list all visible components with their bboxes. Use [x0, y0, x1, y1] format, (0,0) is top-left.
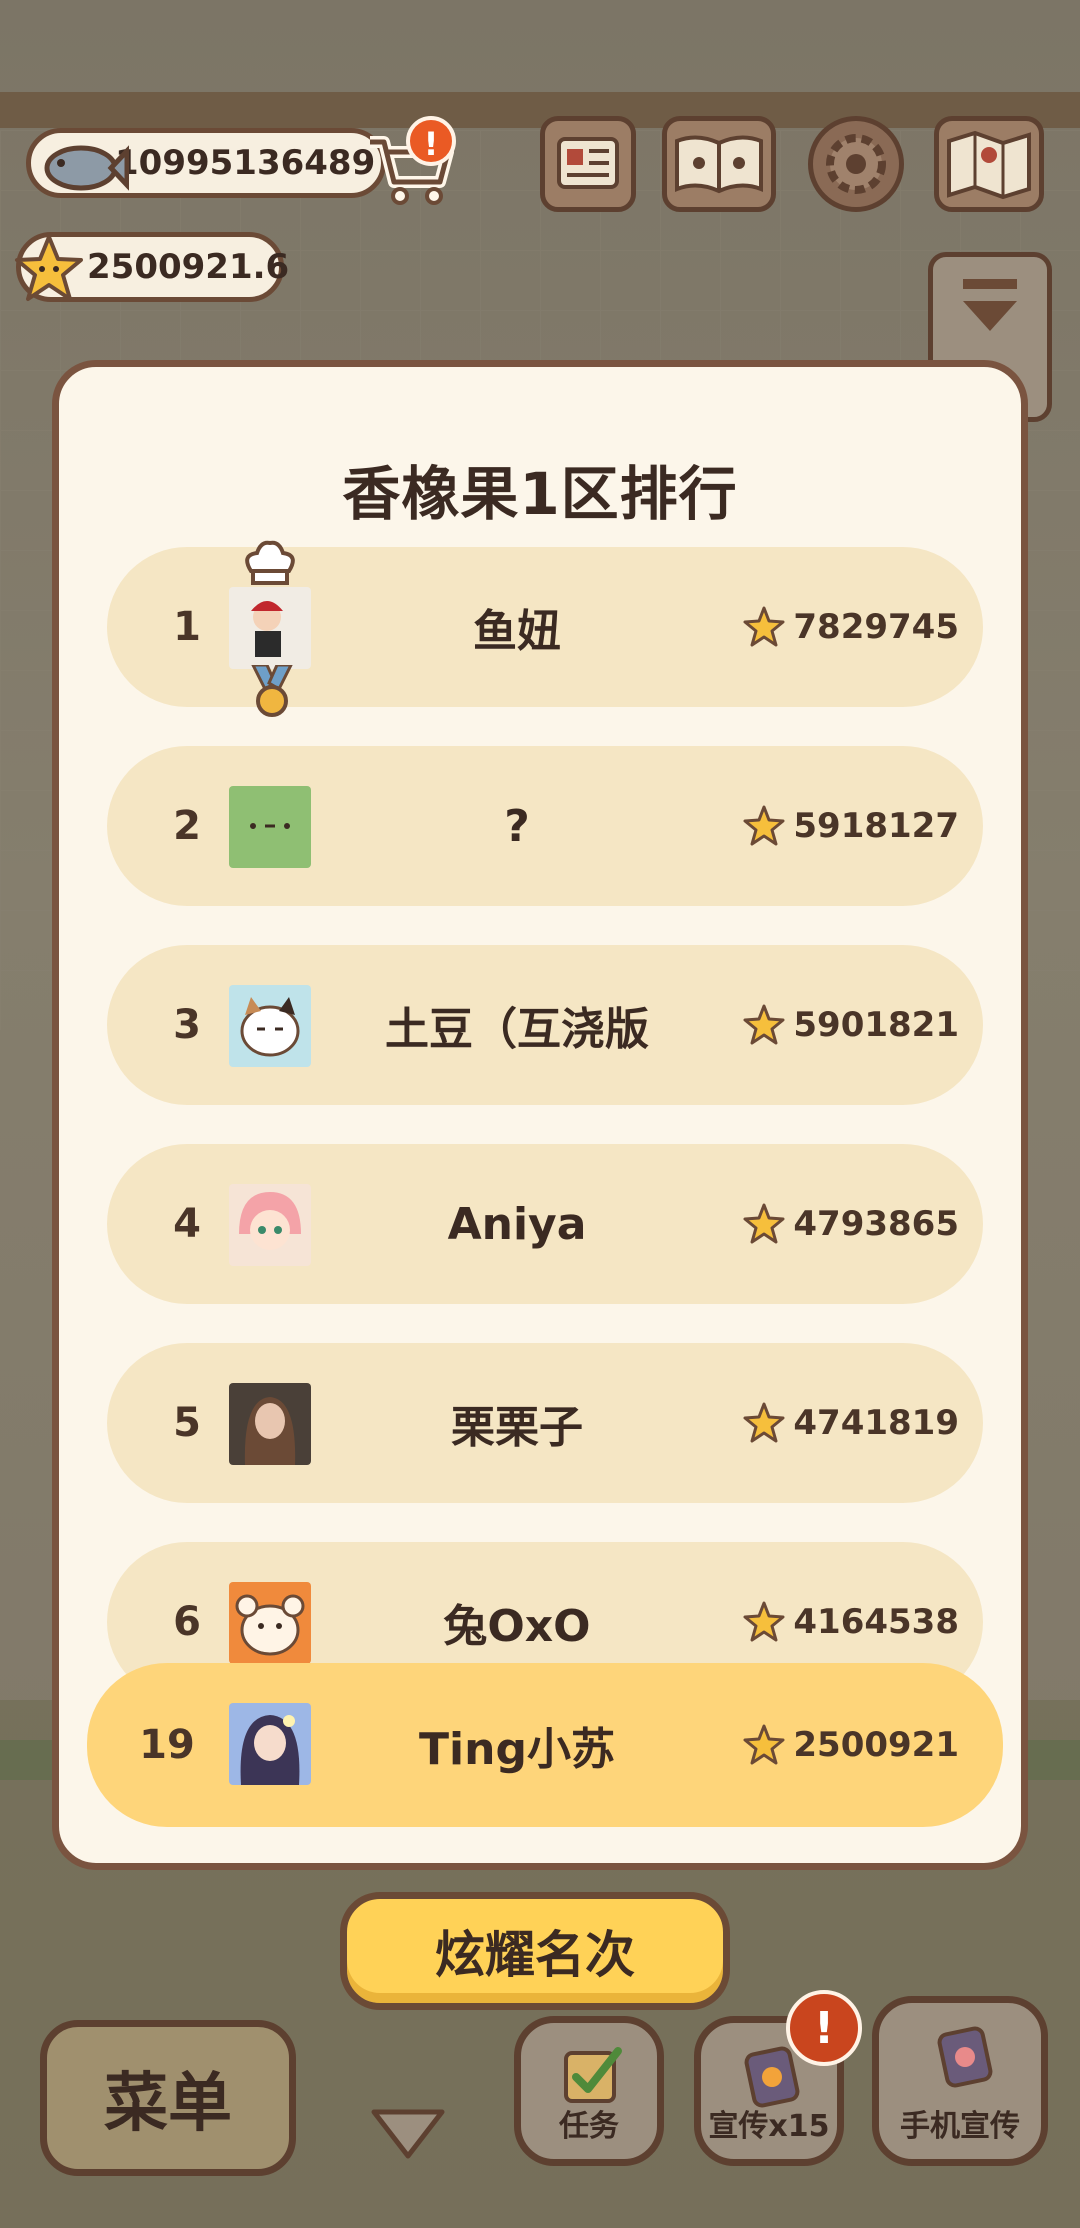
player-score: 2500921 [743, 1663, 959, 1827]
player-name: ? [504, 800, 530, 852]
fish-icon [44, 145, 129, 191]
player-score: 5901821 [743, 945, 959, 1105]
score-value: 4741819 [793, 1403, 959, 1443]
phone-promote-button[interactable]: 手机宣传 [872, 1996, 1048, 2166]
player-avatar [229, 985, 311, 1067]
leaderboard-row[interactable]: 2 ? 5918127 [107, 746, 983, 906]
star-icon [743, 1402, 785, 1443]
rank-number: 4 [173, 1201, 201, 1247]
player-score: 4793865 [743, 1144, 959, 1304]
promote-label: 宣传x15 [708, 2109, 830, 2144]
portrait-avatar [229, 1383, 311, 1465]
player-avatar [229, 1582, 311, 1664]
cat-avatar [229, 985, 311, 1067]
score-value: 2500921 [793, 1725, 959, 1765]
rank-number: 5 [173, 1400, 201, 1446]
phone-promote-label: 手机宣传 [900, 2109, 1020, 2144]
leaderboard-row[interactable]: 3 土豆（互浇版 5901821 [107, 945, 983, 1105]
tasks-label: 任务 [559, 2109, 619, 2144]
anime-girl-avatar [229, 1184, 311, 1266]
player-avatar [229, 1184, 311, 1266]
settings-gear-icon [826, 134, 886, 194]
recipe-book-button[interactable] [662, 116, 776, 212]
player-score: 7829745 [743, 547, 959, 707]
leaderboard-modal: 香橡果1区排行 1 鱼妞 7829745 2 ? 5918127 3 土豆（互浇… [52, 360, 1028, 1870]
star-icon [743, 1203, 785, 1244]
chef-hat-icon [245, 540, 295, 585]
rank-number: 3 [173, 1002, 201, 1048]
gold-medal-icon [251, 665, 293, 717]
player-name: 栗栗子 [451, 1402, 583, 1453]
star-icon [743, 1724, 785, 1765]
score-value: 5901821 [793, 1005, 959, 1045]
green-face-avatar [229, 786, 311, 868]
player-name: Aniya [447, 1198, 587, 1250]
star-icon [743, 606, 785, 647]
star-icon [743, 1004, 785, 1045]
player-name: Ting小苏 [419, 1724, 615, 1775]
fish-currency-pill[interactable]: 10995136489 [26, 128, 386, 198]
map-icon [947, 130, 1031, 200]
star-currency-pill: 2500921.6 [15, 232, 289, 302]
rank-number: 2 [173, 803, 201, 849]
player-avatar [229, 1383, 311, 1465]
newspaper-icon [557, 137, 619, 189]
map-button[interactable] [934, 116, 1044, 212]
promote-alert-badge: ! [786, 1990, 862, 2066]
leaderboard-row[interactable]: 5 栗栗子 4741819 [107, 1343, 983, 1503]
player-avatar [229, 587, 311, 669]
fish-count: 10995136489 [115, 143, 376, 183]
rank-number: 1 [173, 604, 201, 650]
menu-button[interactable]: 菜单 [40, 2020, 296, 2176]
player-score: 5918127 [743, 746, 959, 906]
my-rank-row[interactable]: 19 Ting小苏 2500921 [87, 1663, 1003, 1827]
hamster-avatar [229, 1582, 311, 1664]
settings-button[interactable] [808, 116, 904, 212]
show-off-rank-button[interactable]: 炫耀名次 [340, 1892, 730, 2010]
score-value: 5918127 [793, 806, 959, 846]
background-beam [0, 92, 1080, 128]
recipe-book-icon [675, 135, 763, 194]
rank-number: 19 [139, 1722, 195, 1768]
score-value: 7829745 [793, 607, 959, 647]
leaderboard-row[interactable]: 1 鱼妞 7829745 [107, 540, 983, 717]
chef-girl-avatar [229, 587, 311, 669]
star-icon [743, 805, 785, 846]
leaderboard-title: 香橡果1区排行 [342, 460, 738, 528]
score-value: 4793865 [793, 1204, 959, 1244]
phone-promo-icon [937, 2026, 993, 2088]
chevron-down-icon[interactable] [368, 2104, 448, 2164]
cart-alert-badge: ! [406, 116, 456, 166]
player-avatar [229, 786, 311, 868]
star-icon [743, 1601, 785, 1642]
leaderboard-row[interactable]: 4 Aniya 4793865 [107, 1144, 983, 1304]
player-avatar [229, 1703, 311, 1785]
my-avatar [229, 1703, 311, 1785]
player-name: 土豆（互浇版 [385, 1004, 649, 1055]
newspaper-button[interactable] [540, 116, 636, 212]
star-count: 2500921.6 [87, 247, 290, 287]
tasks-button[interactable]: 任务 [514, 2016, 664, 2166]
score-value: 4164538 [793, 1602, 959, 1642]
player-name: 鱼妞 [473, 606, 561, 657]
player-score: 4741819 [743, 1343, 959, 1503]
star-icon [15, 235, 83, 301]
